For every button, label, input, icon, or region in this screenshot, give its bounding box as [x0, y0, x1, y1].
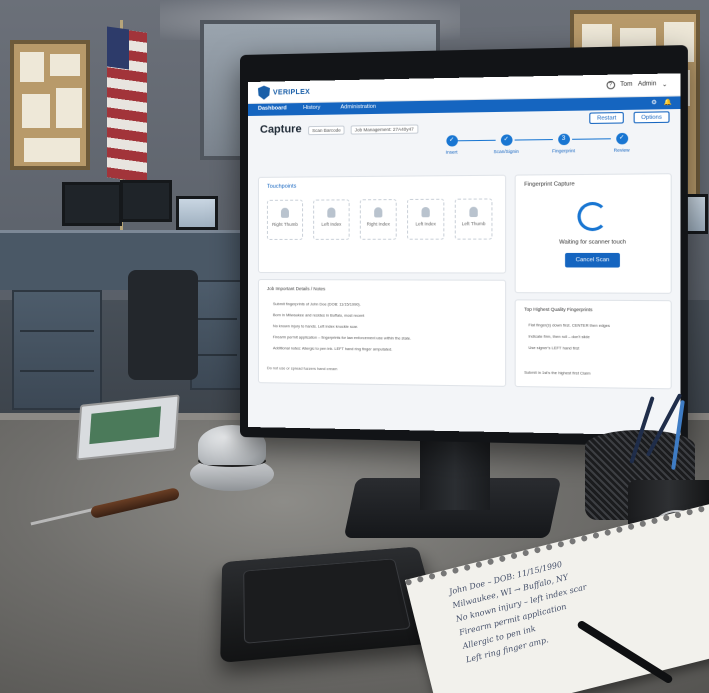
user-role: Admin	[637, 81, 657, 88]
app-logo[interactable]: VERIPLEX	[258, 85, 310, 100]
finger-left-index-2[interactable]: Left Index	[407, 198, 445, 240]
progress-stepper: ✓ Insert ✓ Scan/Signin 3 Fingerprint ✓ R…	[431, 132, 644, 167]
bulletin-board-left	[10, 40, 90, 170]
tips-title: Top Highest Quality Fingerprints	[524, 306, 593, 313]
fingerprint-icon	[374, 207, 383, 218]
nav-history[interactable]: History	[303, 105, 320, 111]
check-icon: ✓	[500, 134, 512, 146]
step-fingerprint[interactable]: 3 Fingerprint	[542, 133, 585, 154]
note-line: Additional notes: Allergic to pen ink. L…	[272, 346, 393, 352]
finger-right-index[interactable]: Right Index	[359, 199, 397, 240]
scanner-status: Waiting for scanner touch	[559, 239, 627, 246]
circuit-board-device	[76, 394, 180, 461]
cancel-scan-button[interactable]: Cancel Scan	[565, 252, 621, 268]
filing-cabinet-mid	[190, 280, 245, 390]
scanner-glass	[243, 558, 412, 644]
step-number: 3	[557, 133, 570, 146]
finger-left-thumb[interactable]: Left Thumb	[454, 198, 493, 240]
check-icon: ✓	[445, 135, 458, 147]
user-name: Tom	[620, 81, 633, 89]
background-monitor-3	[176, 196, 218, 230]
logo-text: VERIPLEX	[272, 88, 311, 97]
gear-icon[interactable]: ⚙	[651, 99, 657, 106]
step-review[interactable]: ✓ Review	[600, 132, 643, 153]
office-scene: VERIPLEX ? Tom Admin ⌄ Dashboard History…	[0, 0, 709, 693]
background-monitor-1	[62, 182, 122, 226]
help-icon[interactable]: ?	[606, 80, 615, 90]
page-title: Capture	[259, 123, 302, 136]
tips-panel: Top Highest Quality Fingerprints Flat fi…	[514, 299, 672, 390]
shield-logo-icon	[258, 86, 270, 100]
check-icon: ✓	[615, 132, 628, 145]
tips-footer: Submit in 1st's the highest first Claim	[524, 370, 591, 376]
nav-administration[interactable]: Administration	[340, 104, 376, 111]
notes-title: Job Important Details / Notes	[266, 286, 326, 292]
tip-line: Indicate firm, then roll – don't slide	[528, 334, 590, 340]
step-scan-signin[interactable]: ✓ Scan/Signin	[485, 134, 527, 154]
tip-line: Flat finger(s) down first. CENTER then e…	[528, 323, 610, 328]
note-line: No known injury to hands. Left index knu…	[272, 324, 359, 329]
notes-panel: Job Important Details / Notes Submit fin…	[257, 279, 507, 387]
app-screen: VERIPLEX ? Tom Admin ⌄ Dashboard History…	[248, 73, 681, 436]
note-line: Submit fingerprints of John Doe (DOB: 11…	[272, 302, 361, 307]
finger-right-thumb[interactable]: Right Thumb	[266, 199, 304, 240]
bell-icon[interactable]: 🔔	[664, 99, 672, 106]
notes-footer: Do not use or spread fuzzers hand cream	[266, 366, 338, 372]
scan-barcode-tag[interactable]: Scan Barcode	[308, 125, 345, 136]
nav-dashboard[interactable]: Dashboard	[258, 105, 287, 112]
note-line: Born in Milwaukee and resides in Buffalo…	[272, 313, 365, 318]
loading-spinner-icon	[577, 201, 608, 232]
fingerprint-icon	[421, 207, 430, 218]
fingerprint-title: Fingerprint Capture	[524, 181, 575, 188]
office-chair	[128, 270, 198, 380]
job-management-tag[interactable]: Job Management: 27A40y47	[350, 124, 418, 135]
tip-line: Use signer's LEFT hand first	[528, 345, 580, 351]
options-button[interactable]: Options	[633, 111, 670, 124]
user-menu[interactable]: ? Tom Admin ⌄	[606, 80, 667, 90]
note-line: Firearm permit application – fingerprint…	[272, 335, 412, 341]
touchpoints-panel: Touchpoints Right Thumb Left Index Right…	[257, 174, 507, 274]
fingerprint-capture-panel: Fingerprint Capture Waiting for scanner …	[514, 173, 672, 294]
restart-button[interactable]: Restart	[589, 112, 624, 124]
flag-canton	[107, 26, 129, 70]
step-insert[interactable]: ✓ Insert	[431, 135, 473, 155]
background-monitor-2	[120, 180, 172, 222]
finger-left-index[interactable]: Left Index	[313, 199, 350, 240]
filing-cabinet-left	[12, 290, 102, 410]
fingerprint-icon	[469, 206, 478, 218]
fingerprint-icon	[280, 207, 289, 218]
fingerprint-icon	[327, 207, 336, 218]
chevron-down-icon[interactable]: ⌄	[662, 80, 668, 87]
touchpoints-title: Touchpoints	[266, 183, 297, 190]
